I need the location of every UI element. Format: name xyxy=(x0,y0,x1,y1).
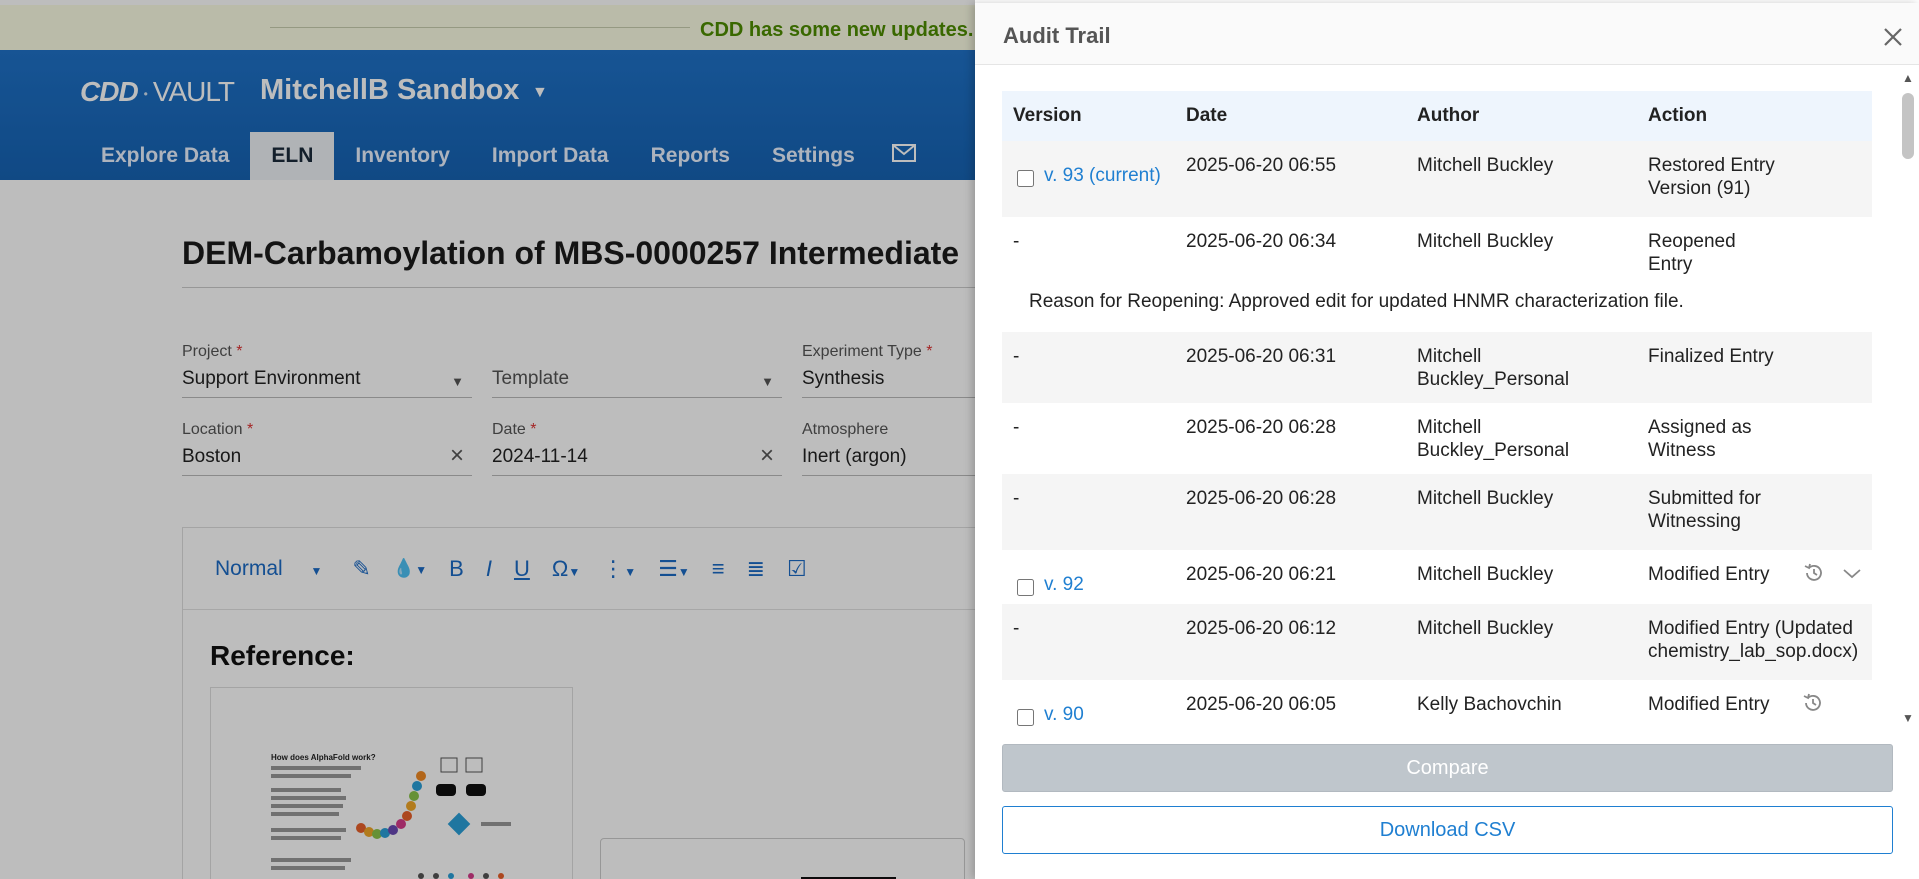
version-link[interactable]: v. 93 (current) xyxy=(1044,164,1161,187)
table-row: - 2025-06-20 06:28 Mitchell Buckley_Pers… xyxy=(1002,403,1872,474)
column-author[interactable]: Author xyxy=(1406,91,1637,141)
vertical-scrollbar[interactable]: ▲ ▼ xyxy=(1899,69,1917,725)
date-cell: 2025-06-20 06:31 xyxy=(1175,332,1406,403)
table-row: v. 93 (current) 2025-06-20 06:55 Mitchel… xyxy=(1002,141,1872,217)
date-cell: 2025-06-20 06:55 xyxy=(1175,141,1406,217)
table-row: - 2025-06-20 06:28 Mitchell Buckley Subm… xyxy=(1002,474,1872,550)
date-cell: 2025-06-20 06:28 xyxy=(1175,403,1406,474)
close-button[interactable] xyxy=(1878,22,1908,52)
action-cell: Reopened Entry xyxy=(1637,217,1872,276)
reason-row: Reason for Reopening: Approved edit for … xyxy=(1002,276,1872,332)
download-csv-button[interactable]: Download CSV xyxy=(1002,806,1893,854)
table-row: v. 92 2025-06-20 06:21 Mitchell Buckley … xyxy=(1002,550,1872,604)
author-cell: Mitchell Buckley xyxy=(1406,141,1637,217)
action-cell: Modified Entry xyxy=(1637,680,1872,726)
action-text: Modified Entry (Updated chemistry_lab_so… xyxy=(1648,618,1859,662)
date-cell: 2025-06-20 06:21 xyxy=(1175,550,1406,604)
version-cell: - xyxy=(1002,474,1175,550)
version-cell: - xyxy=(1002,604,1175,680)
action-cell: Restored Entry Version (91) xyxy=(1637,141,1872,217)
table-row: - 2025-06-20 06:12 Mitchell Buckley Modi… xyxy=(1002,604,1872,680)
action-cell: Modified Entry (Updated chemistry_lab_so… xyxy=(1637,604,1872,680)
version-cell: v. 90 xyxy=(1002,680,1175,726)
action-text: Finalized Entry xyxy=(1648,346,1774,367)
audit-trail-panel: Audit Trail Version Date Author Action v… xyxy=(975,3,1919,879)
column-action[interactable]: Action xyxy=(1637,91,1872,141)
history-icon[interactable] xyxy=(1801,691,1825,715)
version-checkbox[interactable] xyxy=(1017,579,1034,596)
author-cell: Mitchell Buckley_Personal xyxy=(1406,332,1637,403)
chevron-down-icon[interactable] xyxy=(1840,561,1864,585)
author-cell: Kelly Bachovchin xyxy=(1406,680,1637,726)
date-cell: 2025-06-20 06:28 xyxy=(1175,474,1406,550)
column-version[interactable]: Version xyxy=(1002,91,1175,141)
scroll-thumb[interactable] xyxy=(1902,93,1914,159)
compare-button[interactable]: Compare xyxy=(1002,744,1893,792)
date-cell: 2025-06-20 06:12 xyxy=(1175,604,1406,680)
date-cell: 2025-06-20 06:05 xyxy=(1175,680,1406,726)
version-cell: v. 92 xyxy=(1002,550,1175,604)
action-cell: Assigned as Witness xyxy=(1637,403,1872,474)
history-icon[interactable] xyxy=(1802,561,1826,585)
action-cell: Finalized Entry xyxy=(1637,332,1872,403)
modal-backdrop[interactable] xyxy=(0,0,975,879)
author-cell: Mitchell Buckley xyxy=(1406,217,1637,276)
table-row: v. 90 2025-06-20 06:05 Kelly Bachovchin … xyxy=(1002,680,1872,726)
action-text: Reopened Entry xyxy=(1648,231,1736,275)
action-text: Restored Entry Version (91) xyxy=(1648,155,1775,199)
panel-header: Audit Trail xyxy=(975,3,1919,65)
version-checkbox[interactable] xyxy=(1017,170,1034,187)
audit-table-scroll[interactable]: Version Date Author Action v. 93 (curren… xyxy=(1002,91,1872,726)
date-cell: 2025-06-20 06:34 xyxy=(1175,217,1406,276)
close-icon xyxy=(1884,28,1902,46)
action-text: Modified Entry xyxy=(1648,564,1770,585)
action-text: Modified Entry xyxy=(1648,694,1770,715)
version-checkbox[interactable] xyxy=(1017,709,1034,726)
version-cell: v. 93 (current) xyxy=(1002,141,1175,217)
action-cell: Modified Entry xyxy=(1637,550,1872,604)
table-row: - 2025-06-20 06:34 Mitchell Buckley Reop… xyxy=(1002,217,1872,276)
audit-table-header: Version Date Author Action xyxy=(1002,91,1872,141)
author-cell: Mitchell Buckley xyxy=(1406,474,1637,550)
table-row: - 2025-06-20 06:31 Mitchell Buckley_Pers… xyxy=(1002,332,1872,403)
version-link[interactable]: v. 92 xyxy=(1044,573,1084,596)
version-cell: - xyxy=(1002,332,1175,403)
column-date[interactable]: Date xyxy=(1175,91,1406,141)
version-cell: - xyxy=(1002,403,1175,474)
audit-table: Version Date Author Action v. 93 (curren… xyxy=(1002,91,1872,726)
author-cell: Mitchell Buckley_Personal xyxy=(1406,403,1637,474)
action-text: Submitted for Witnessing xyxy=(1648,488,1761,532)
reason-text: Reason for Reopening: Approved edit for … xyxy=(1002,276,1872,332)
action-text: Assigned as Witness xyxy=(1648,417,1752,461)
author-cell: Mitchell Buckley xyxy=(1406,604,1637,680)
panel-title: Audit Trail xyxy=(1003,23,1111,48)
action-cell: Submitted for Witnessing xyxy=(1637,474,1872,550)
version-link[interactable]: v. 90 xyxy=(1044,703,1084,726)
scroll-up-icon[interactable]: ▲ xyxy=(1902,71,1914,85)
author-cell: Mitchell Buckley xyxy=(1406,550,1637,604)
version-cell: - xyxy=(1002,217,1175,276)
scroll-down-icon[interactable]: ▼ xyxy=(1902,711,1914,725)
